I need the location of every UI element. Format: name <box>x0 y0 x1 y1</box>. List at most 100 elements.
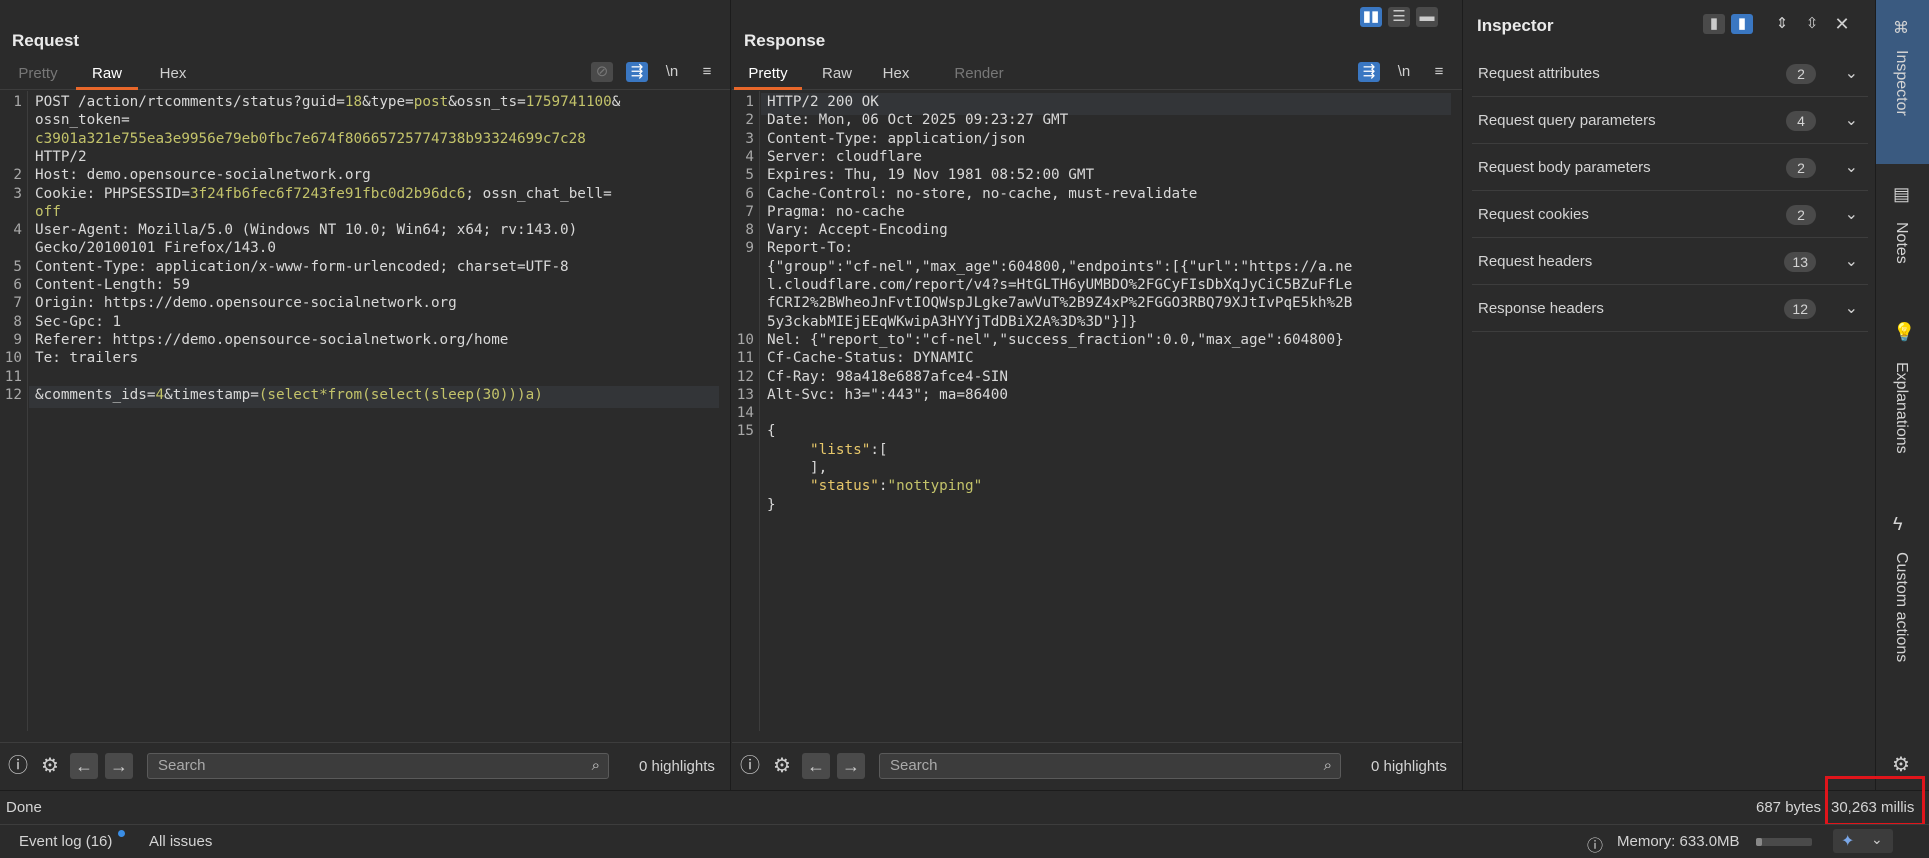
code-line[interactable]: Cookie: PHPSESSID=3f24fb6fec6f7243fe91fb… <box>35 186 612 202</box>
code-line[interactable]: Cf-Cache-Status: DYNAMIC <box>767 350 974 366</box>
layout-horizontal-icon[interactable]: ☰ <box>1388 7 1410 27</box>
layout-split-icon[interactable]: ▮▮ <box>1360 7 1382 27</box>
code-line[interactable]: Content-Type: application/json <box>767 131 1025 147</box>
search-icon[interactable]: ⌕ <box>1324 754 1332 778</box>
inspector-section[interactable]: Request query parameters 4 ⌄ <box>1472 98 1868 144</box>
code-line[interactable]: HTTP/2 200 OK <box>767 94 879 110</box>
code-line[interactable]: ], <box>767 460 827 476</box>
rail-custom-actions[interactable]: ϟ Custom actions <box>1876 510 1929 690</box>
arrow-left-icon[interactable]: ← <box>70 753 98 779</box>
close-icon[interactable]: ✕ <box>1831 14 1853 34</box>
code-line[interactable]: l.cloudflare.com/report/v4?s=HtGLTH6yUMB… <box>767 277 1352 293</box>
code-line[interactable]: User-Agent: Mozilla/5.0 (Windows NT 10.0… <box>35 222 577 238</box>
code-line[interactable]: Alt-Svc: h3=":443"; ma=86400 <box>767 387 1008 403</box>
chevron-down-icon[interactable]: ⌄ <box>1845 298 1858 318</box>
code-line[interactable]: Report-To: <box>767 240 853 256</box>
inspector-section[interactable]: Response headers 12 ⌄ <box>1472 286 1868 332</box>
inspector-section[interactable]: Request headers 13 ⌄ <box>1472 239 1868 285</box>
tab-hex[interactable]: Hex <box>874 65 918 90</box>
code-line[interactable]: Vary: Accept-Encoding <box>767 222 948 238</box>
ai-menu[interactable]: ✦ ⌄ <box>1833 829 1893 853</box>
code-line[interactable]: { <box>767 423 776 439</box>
chevron-down-icon[interactable]: ⌄ <box>1845 204 1858 224</box>
event-log-link[interactable]: Event log (16) <box>19 833 112 850</box>
code-line[interactable]: 5y3ckabMIEjEEqWKwipA3HYYjTdDBiX2A%3D%3D"… <box>767 314 1137 330</box>
code-line[interactable]: Cache-Control: no-store, no-cache, must-… <box>767 186 1197 202</box>
code-line[interactable]: Referer: https://demo.opensource-socialn… <box>35 332 508 348</box>
code-line[interactable]: Gecko/20100101 Firefox/143.0 <box>35 240 276 256</box>
response-editor[interactable]: 1 HTTP/2 200 OK 2 Date: Mon, 06 Oct 2025 09… <box>732 91 1462 731</box>
search-input[interactable]: Search ⌕ <box>147 753 609 779</box>
code-line[interactable]: "status":"nottyping" <box>767 478 982 494</box>
code-line[interactable]: ossn_token= <box>35 112 130 128</box>
chevron-down-icon[interactable]: ⌄ <box>1845 110 1858 130</box>
rail-explanations-label: Explanations <box>1893 362 1910 454</box>
help-icon[interactable]: ⓘ <box>5 753 31 779</box>
search-icon[interactable]: ⌕ <box>592 754 600 778</box>
hide-nonprinting-icon[interactable]: ⊘ <box>591 62 613 82</box>
tab-raw[interactable]: Raw <box>76 65 138 90</box>
request-title: Request <box>12 31 80 50</box>
word-wrap-icon[interactable]: ⇶ <box>626 62 648 82</box>
code-line[interactable]: Pragma: no-cache <box>767 204 905 220</box>
inspector-layout-side-icon[interactable]: ▮ <box>1703 14 1725 34</box>
gear-icon[interactable]: ⚙ <box>1892 752 1910 777</box>
code-line[interactable]: Date: Mon, 06 Oct 2025 09:23:27 GMT <box>767 112 1068 128</box>
code-line[interactable]: Expires: Thu, 19 Nov 1981 08:52:00 GMT <box>767 167 1094 183</box>
tab-pretty[interactable]: Pretty <box>734 65 802 90</box>
chevron-down-icon: ⌄ <box>1871 831 1883 847</box>
request-editor[interactable]: 1 POST /action/rtcomments/status?guid=18&… <box>0 91 730 731</box>
tab-raw[interactable]: Raw <box>812 65 862 90</box>
layout-tabs-icon[interactable]: ▬ <box>1416 7 1438 27</box>
menu-icon[interactable]: ≡ <box>1428 62 1450 82</box>
all-issues-link[interactable]: All issues <box>149 833 212 850</box>
tab-render[interactable]: Render <box>948 65 1010 90</box>
code-line[interactable]: Nel: {"report_to":"cf-nel","success_frac… <box>767 332 1344 348</box>
request-tabs: Pretty Raw Hex <box>0 60 730 90</box>
code-line[interactable]: Content-Length: 59 <box>35 277 190 293</box>
gear-icon[interactable]: ⚙ <box>769 753 795 779</box>
gear-icon[interactable]: ⚙ <box>37 753 63 779</box>
inspector-section[interactable]: Request cookies 2 ⌄ <box>1472 192 1868 238</box>
code-line[interactable]: } <box>767 497 776 513</box>
expand-all-icon[interactable]: ⇕ <box>1771 14 1793 34</box>
help-icon[interactable]: ⓘ <box>737 753 763 779</box>
arrow-right-icon[interactable]: → <box>837 753 865 779</box>
chevron-down-icon[interactable]: ⌄ <box>1845 157 1858 177</box>
show-newlines-icon[interactable]: \n <box>661 62 683 82</box>
code-line[interactable]: Origin: https://demo.opensource-socialne… <box>35 295 457 311</box>
inspector-section[interactable]: Request attributes 2 ⌄ <box>1472 51 1868 97</box>
code-line[interactable]: Server: cloudflare <box>767 149 922 165</box>
chevron-down-icon[interactable]: ⌄ <box>1845 251 1858 271</box>
code-line[interactable]: {"group":"cf-nel","max_age":604800,"endp… <box>767 259 1352 275</box>
search-input[interactable]: Search ⌕ <box>879 753 1341 779</box>
code-line[interactable]: "lists":[ <box>767 442 887 458</box>
rail-notes[interactable]: ▤ Notes <box>1876 180 1929 290</box>
tab-hex[interactable]: Hex <box>148 65 198 90</box>
arrow-left-icon[interactable]: ← <box>802 753 830 779</box>
menu-icon[interactable]: ≡ <box>696 62 718 82</box>
code-line[interactable]: &comments_ids=4&timestamp=(select*from(s… <box>35 387 543 403</box>
code-line[interactable]: Te: trailers <box>35 350 138 366</box>
chevron-down-icon[interactable]: ⌄ <box>1845 63 1858 83</box>
collapse-all-icon[interactable]: ⇳ <box>1801 14 1823 34</box>
code-line[interactable]: c3901a321e755ea3e9956e79eb0fbc7e674f8066… <box>35 131 586 147</box>
tab-pretty[interactable]: Pretty <box>10 65 66 90</box>
word-wrap-icon[interactable]: ⇶ <box>1358 62 1380 82</box>
code-line[interactable]: fCRI2%2BWheoJnFvtIOQWspJLgke7awVuT%2B9Z4… <box>767 295 1352 311</box>
code-line[interactable]: Cf-Ray: 98a418e6887afce4-SIN <box>767 369 1008 385</box>
code-line[interactable]: Content-Type: application/x-www-form-url… <box>35 259 569 275</box>
inspector-section[interactable]: Request body parameters 2 ⌄ <box>1472 145 1868 191</box>
arrow-right-icon[interactable]: → <box>105 753 133 779</box>
show-newlines-icon[interactable]: \n <box>1393 62 1415 82</box>
code-token: Sec-Gpc: 1 <box>35 313 122 330</box>
code-line[interactable]: Host: demo.opensource-socialnetwork.org <box>35 167 371 183</box>
code-line[interactable]: HTTP/2 <box>35 149 87 165</box>
inspector-layout-icon[interactable]: ▮ <box>1731 14 1753 34</box>
rail-inspector[interactable]: ⌘ Inspector <box>1876 0 1929 164</box>
code-line[interactable]: POST /action/rtcomments/status?guid=18&t… <box>35 94 620 110</box>
rail-explanations[interactable]: 💡 Explanations <box>1876 318 1929 468</box>
code-line[interactable]: off <box>35 204 61 220</box>
code-line[interactable]: Sec-Gpc: 1 <box>35 314 121 330</box>
line-number: 3 <box>13 185 22 202</box>
